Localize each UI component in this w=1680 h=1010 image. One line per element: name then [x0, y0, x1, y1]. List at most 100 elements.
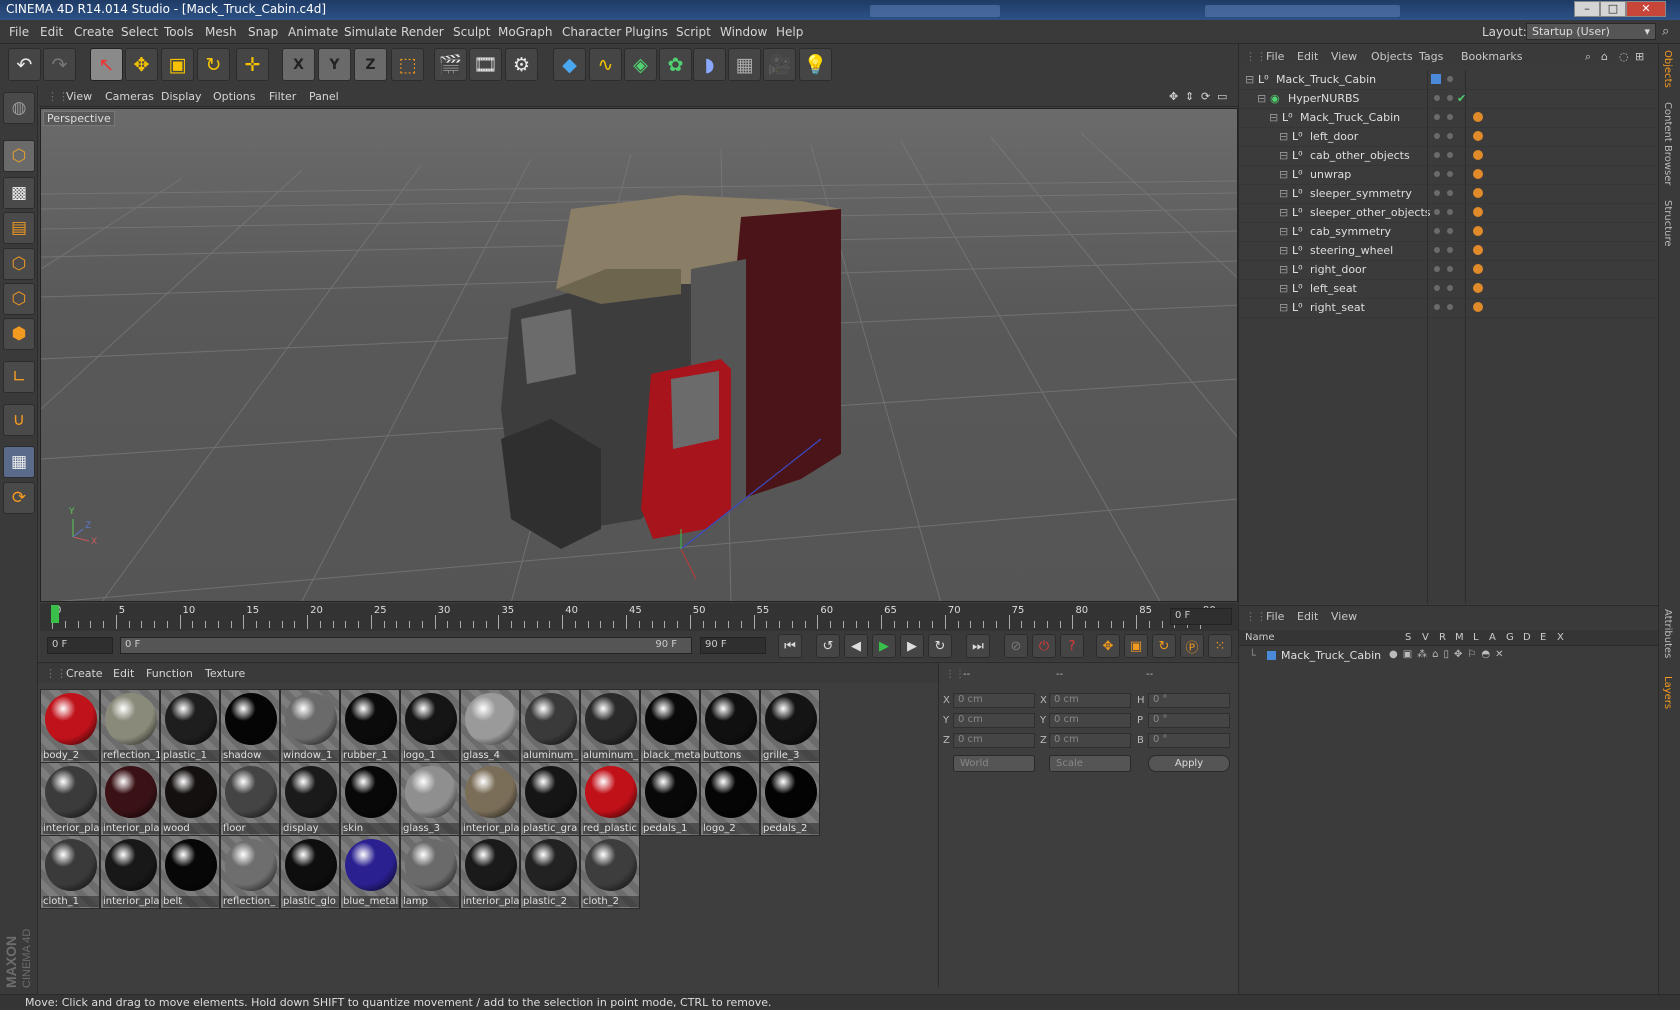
menu-tools[interactable]: Tools: [164, 25, 194, 39]
spline-icon[interactable]: ∿: [589, 48, 622, 81]
material-swatch[interactable]: plastic_glo: [280, 835, 340, 909]
axis-mode-icon[interactable]: ∟: [3, 361, 35, 393]
visibility-editor-dot[interactable]: [1434, 190, 1440, 196]
tab-attributes[interactable]: Attributes: [1662, 609, 1673, 658]
texture-tag-icon[interactable]: [1473, 150, 1483, 160]
expand-icon[interactable]: ⊟: [1279, 263, 1288, 276]
workplane-grid-icon[interactable]: ▦: [3, 446, 35, 478]
deformer-icon[interactable]: ◗: [693, 48, 726, 81]
visibility-render-dot[interactable]: [1447, 285, 1453, 291]
layer-color-icon[interactable]: [1431, 74, 1441, 84]
coord-space-dropdown[interactable]: World: [953, 755, 1035, 772]
layer-name[interactable]: Mack_Truck_Cabin: [1281, 649, 1381, 662]
material-swatch[interactable]: skin: [340, 762, 400, 836]
menu-file[interactable]: File: [9, 25, 29, 39]
object-row[interactable]: ⊟ L⁰ left_seat: [1239, 279, 1659, 299]
menu-mograph[interactable]: MoGraph: [498, 25, 553, 39]
viewport-menu-filter[interactable]: Filter: [269, 90, 296, 103]
texture-tag-icon[interactable]: [1473, 264, 1483, 274]
material-swatch[interactable]: plastic_2: [520, 835, 580, 909]
object-name[interactable]: left_door: [1310, 130, 1358, 143]
visibility-render-dot[interactable]: [1447, 95, 1453, 101]
y-axis-icon[interactable]: Y: [318, 48, 351, 81]
key-scale-icon[interactable]: ▣: [1124, 634, 1148, 658]
render-view-icon[interactable]: 🎬: [434, 48, 467, 81]
end-frame-field[interactable]: 90 F: [700, 637, 766, 654]
playhead[interactable]: [51, 605, 59, 623]
floor-scene-icon[interactable]: ▦: [728, 48, 761, 81]
visibility-editor-dot[interactable]: [1434, 285, 1440, 291]
object-row[interactable]: ⊟ L⁰ right_door: [1239, 260, 1659, 280]
home-icon[interactable]: ⌂: [1601, 50, 1608, 63]
visibility-render-dot[interactable]: [1447, 76, 1453, 82]
camera-icon[interactable]: 🎥: [763, 48, 796, 81]
visibility-render-dot[interactable]: [1447, 247, 1453, 253]
texture-tag-icon[interactable]: [1473, 131, 1483, 141]
material-swatch[interactable]: floor: [220, 762, 280, 836]
object-row[interactable]: ⊟ L⁰ sleeper_symmetry: [1239, 184, 1659, 204]
material-swatch[interactable]: shadow: [220, 689, 280, 763]
material-swatch[interactable]: belt: [160, 835, 220, 909]
x-axis-icon[interactable]: X: [282, 48, 315, 81]
material-swatch[interactable]: pedals_1: [640, 762, 700, 836]
material-swatch[interactable]: display: [280, 762, 340, 836]
visibility-render-dot[interactable]: [1447, 190, 1453, 196]
material-swatch[interactable]: glass_3: [400, 762, 460, 836]
minimize-button[interactable]: –: [1574, 1, 1600, 17]
tab-structure[interactable]: Structure: [1662, 200, 1673, 247]
expand-icon[interactable]: ⊟: [1245, 73, 1254, 86]
size-x-field[interactable]: 0 cm: [1049, 693, 1131, 708]
material-swatch[interactable]: aluminum_: [580, 689, 640, 763]
layer-column-header[interactable]: L: [1473, 632, 1479, 643]
scale-icon[interactable]: ▣: [161, 48, 194, 81]
light-icon[interactable]: 💡: [799, 48, 832, 81]
material-swatch[interactable]: aluminum_: [520, 689, 580, 763]
rotation-b-field[interactable]: 0 °: [1148, 733, 1230, 748]
key-position-icon[interactable]: ✥: [1096, 634, 1120, 658]
object-row[interactable]: ⊟ L⁰ cab_other_objects: [1239, 146, 1659, 166]
render-picture-viewer-icon[interactable]: 🎞: [469, 48, 502, 81]
object-row[interactable]: ⊟ L⁰ Mack_Truck_Cabin: [1239, 70, 1659, 90]
visibility-render-dot[interactable]: [1447, 266, 1453, 272]
viewport-menu-panel[interactable]: Panel: [309, 90, 339, 103]
frame-range-slider[interactable]: 0 F 90 F: [120, 637, 692, 654]
layer-column-header[interactable]: X: [1557, 632, 1564, 643]
recent-tool-icon[interactable]: ✛: [236, 48, 269, 81]
object-row[interactable]: ⊟ L⁰ left_door: [1239, 127, 1659, 147]
texture-tag-icon[interactable]: [1473, 207, 1483, 217]
menu-script[interactable]: Script: [676, 25, 711, 39]
material-swatch[interactable]: logo_1: [400, 689, 460, 763]
menu-help[interactable]: Help: [776, 25, 803, 39]
go-to-end-icon[interactable]: ⏭: [966, 634, 990, 658]
keyframe-selection-icon[interactable]: ?: [1060, 634, 1084, 658]
material-swatch[interactable]: reflection_: [220, 835, 280, 909]
start-frame-field[interactable]: 0 F: [47, 637, 113, 654]
expand-icon[interactable]: ⊟: [1279, 168, 1288, 181]
viewport-perspective[interactable]: Perspective Y X Z: [40, 108, 1238, 602]
visibility-render-dot[interactable]: [1447, 171, 1453, 177]
material-swatch[interactable]: logo_2: [700, 762, 760, 836]
menu-window[interactable]: Window: [720, 25, 767, 39]
object-name[interactable]: sleeper_symmetry: [1310, 187, 1412, 200]
position-x-field[interactable]: 0 cm: [953, 693, 1035, 708]
menu-select[interactable]: Select: [121, 25, 158, 39]
material-swatch[interactable]: cloth_1: [40, 835, 100, 909]
material-swatch[interactable]: black_meta: [640, 689, 700, 763]
material-swatch[interactable]: plastic_gra: [520, 762, 580, 836]
expand-icon[interactable]: ⊟: [1269, 111, 1278, 124]
layer-row[interactable]: └ Mack_Truck_Cabin ●▣⁂⌂▯✥⚐◓✕: [1239, 647, 1659, 665]
material-swatch[interactable]: interior_pla: [460, 762, 520, 836]
object-name[interactable]: cab_symmetry: [1310, 225, 1391, 238]
menu-simulate[interactable]: Simulate: [344, 25, 397, 39]
timeline-ruler[interactable]: 051015202530354045505560657075808590 0 F: [40, 603, 1238, 631]
material-swatch[interactable]: interior_pla: [40, 762, 100, 836]
nurbs-icon[interactable]: ◈: [624, 48, 657, 81]
texture-tag-icon[interactable]: [1473, 169, 1483, 179]
material-menu-edit[interactable]: Edit: [113, 667, 134, 680]
object-name[interactable]: right_seat: [1310, 301, 1365, 314]
layer-menu-file[interactable]: File: [1266, 610, 1284, 623]
rotation-h-field[interactable]: 0 °: [1148, 693, 1230, 708]
workplane-mode-icon[interactable]: ▤: [3, 212, 35, 244]
texture-tag-icon[interactable]: [1473, 283, 1483, 293]
eye-icon[interactable]: ◌: [1619, 50, 1629, 63]
